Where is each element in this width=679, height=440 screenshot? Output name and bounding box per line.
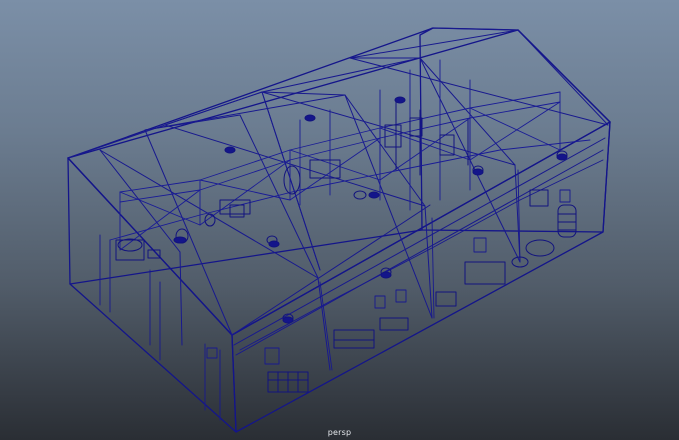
building-shell — [67, 27, 611, 433]
roof-frames — [67, 27, 609, 371]
camera-label: persp — [327, 428, 352, 437]
interior-props — [115, 99, 577, 393]
perspective-viewport[interactable]: persp — [0, 0, 679, 440]
warehouse-wireframe-model[interactable] — [0, 0, 679, 440]
near-wall-details — [99, 159, 604, 421]
